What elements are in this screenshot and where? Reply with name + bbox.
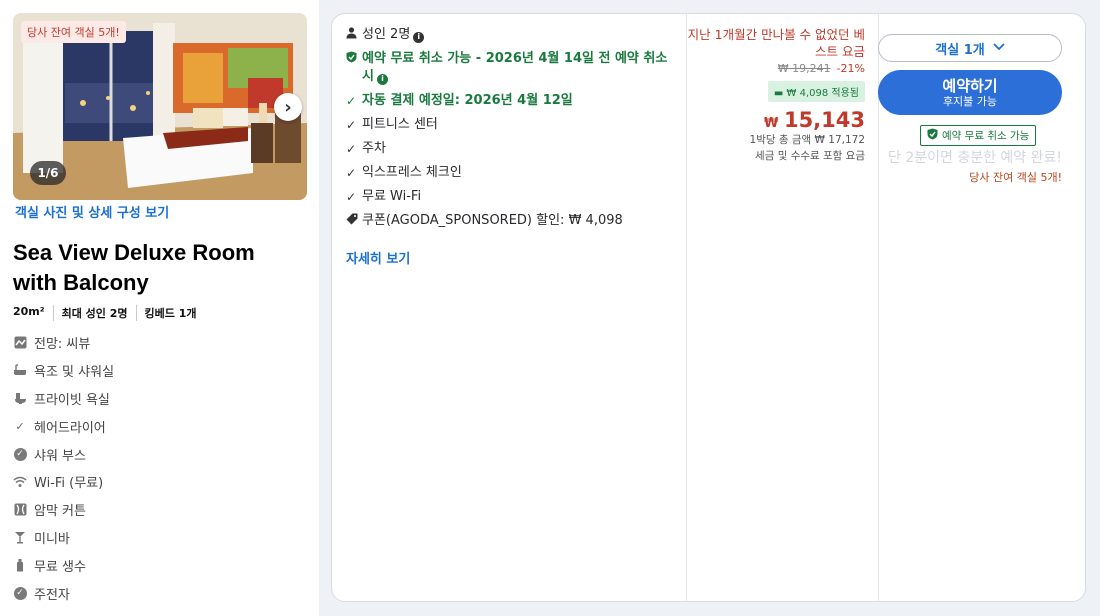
amenity-item: 전망: 씨뷰 <box>13 329 114 357</box>
amenity-label: 주전자 <box>34 587 70 603</box>
bathtub-icon <box>13 364 27 378</box>
room-size: 20m² <box>13 305 45 318</box>
coupon-text: 쿠폰(AGODA_SPONSORED) 할인: ₩ 4,098 <box>362 213 623 228</box>
original-price-row: ₩ 19,241 -21% <box>687 62 865 75</box>
photo-counter: 1/6 <box>30 161 66 185</box>
details-link[interactable]: 자세히 보기 <box>346 248 410 267</box>
toilet-icon <box>13 391 27 405</box>
guest-count: 성인 2명 i <box>346 26 676 44</box>
shield-check-icon <box>346 50 360 68</box>
amenity-list: 전망: 씨뷰 욕조 및 샤워실 프라이빗 욕실 ✓ 헤어드라이어 ✓ 샤워 부스 W… <box>13 329 114 607</box>
amenity-item: Wi-Fi (무료) <box>13 468 114 496</box>
bottle-icon <box>13 558 27 572</box>
coupon-applied-badge: ▬ ₩ 4,098 적용됨 <box>767 81 865 102</box>
original-price: ₩ 19,241 <box>777 62 831 75</box>
shield-check-icon <box>927 128 938 143</box>
info-icon[interactable]: i <box>376 73 388 85</box>
price-amount: 15,143 <box>783 108 865 132</box>
amenity-label: 미니바 <box>34 531 70 547</box>
amenity-label: 샤워 부스 <box>34 448 86 464</box>
person-icon <box>346 26 360 44</box>
auto-payment-text: 자동 결제 예정일: 2026년 4월 12일 <box>362 93 573 108</box>
check-icon: ✓ <box>346 118 357 132</box>
amenity-label: 전망: 씨뷰 <box>34 337 91 353</box>
room-photo[interactable]: 당사 잔여 객실 5개! › 1/6 <box>13 13 307 200</box>
free-cancel-benefit: 예약 무료 취소 가능 - 2026년 4월 14일 전 예약 취소 시i <box>346 50 676 86</box>
booking-speed-note: 단 2분이면 충분한 예약 완료! <box>888 150 1062 166</box>
next-photo-button[interactable]: › <box>274 93 302 121</box>
amenity-item: 무료 생수 <box>13 551 114 579</box>
ticket-icon: ▬ <box>773 88 787 99</box>
check-icon: ✓ <box>346 94 357 108</box>
amenity-label: 프라이빗 욕실 <box>34 392 110 408</box>
guest-label: 성인 2명 <box>362 27 411 42</box>
price-column: 지난 1개월간 만나볼 수 없었던 베스트 요금 ₩ 19,241 -21% ▬ … <box>687 26 865 164</box>
coupon-applied-text: ₩ 4,098 적용됨 <box>786 88 859 99</box>
amenity-item: 욕조 및 샤워실 <box>13 357 114 385</box>
room-count-value: 객실 1개 <box>935 42 985 58</box>
booking-column: 객실 1개 예약하기 후지불 가능 예약 무료 취소 가능 단 2분이면 충분한… <box>878 34 1078 185</box>
scarcity-tag: 당사 잔여 객실 5개! <box>21 21 126 43</box>
check-icon: ✓ <box>346 142 357 156</box>
view-icon <box>13 336 27 350</box>
amenity-label: 암막 커튼 <box>34 504 86 520</box>
wifi-icon <box>13 475 27 489</box>
room-title: Sea View Deluxe Room with Balcony <box>13 240 255 295</box>
discount-percent: -21% <box>836 62 865 75</box>
scarcity-note: 당사 잔여 객실 5개! <box>969 171 1062 184</box>
tag-icon <box>346 212 360 230</box>
amenity-label: 욕조 및 샤워실 <box>34 365 115 381</box>
free-cancel-badge: 예약 무료 취소 가능 <box>920 125 1037 146</box>
amenity-label: Wi-Fi (무료) <box>34 476 104 492</box>
coupon-discount: 쿠폰(AGODA_SPONSORED) 할인: ₩ 4,098 <box>346 212 676 230</box>
check-circle-icon: ✓ <box>13 447 27 461</box>
currency-symbol: ₩ <box>764 116 779 131</box>
amenity-item: ✓ 샤워 부스 <box>13 440 114 468</box>
book-button-sublabel: 후지불 가능 <box>942 94 998 108</box>
feature-label: 무료 Wi-Fi <box>362 189 422 204</box>
book-button-label: 예약하기 <box>942 76 998 95</box>
amenity-item: 미니바 <box>13 524 114 552</box>
room-specs: 20m² 최대 성인 2명 킹베드 1개 <box>13 305 204 321</box>
feature-label: 피트니스 센터 <box>362 117 438 132</box>
free-cancel-badge-text: 예약 무료 취소 가능 <box>942 130 1030 142</box>
room-occupancy: 최대 성인 2명 <box>52 305 136 321</box>
amenity-label: 무료 생수 <box>34 559 86 575</box>
offer-card: 성인 2명 i 예약 무료 취소 가능 - 2026년 4월 14일 전 예약 취… <box>331 13 1086 602</box>
best-price-note: 지난 1개월간 만나볼 수 없었던 베스트 요금 <box>687 27 865 59</box>
check-icon: ✓ <box>15 419 25 433</box>
amenity-item: ✓ 주전자 <box>13 579 114 607</box>
check-icon: ✓ <box>346 190 357 204</box>
cocktail-icon <box>13 530 27 544</box>
offer-benefits: 성인 2명 i 예약 무료 취소 가능 - 2026년 4월 14일 전 예약 취… <box>346 26 676 267</box>
amenity-item: 암막 커튼 <box>13 496 114 524</box>
feature-label: 주차 <box>362 141 386 156</box>
amenity-item: 프라이빗 욕실 <box>13 385 114 413</box>
curtain-icon <box>13 503 27 517</box>
photo-details-link[interactable]: 객실 사진 및 상세 구성 보기 <box>15 202 169 221</box>
final-price: ₩ 15,143 <box>687 108 865 132</box>
tax-note: 세금 및 수수료 포함 요금 <box>755 150 865 162</box>
chevron-down-icon <box>993 42 1005 54</box>
check-icon: ✓ <box>346 166 357 180</box>
room-info-panel: 당사 잔여 객실 5개! › 1/6 객실 사진 및 상세 구성 보기 Sea … <box>0 0 319 616</box>
free-cancel-text: 예약 무료 취소 가능 - 2026년 4월 14일 전 예약 취소 시 <box>362 51 668 84</box>
auto-payment-benefit: ✓ 자동 결제 예정일: 2026년 4월 12일 <box>346 92 676 110</box>
feature-item: ✓ 익스프레스 체크인 <box>346 164 676 182</box>
feature-item: ✓ 주차 <box>346 140 676 158</box>
info-icon[interactable]: i <box>413 31 425 43</box>
room-count-select[interactable]: 객실 1개 <box>878 34 1062 62</box>
feature-item: ✓ 무료 Wi-Fi <box>346 188 676 206</box>
check-circle-icon: ✓ <box>13 586 27 600</box>
chevron-right-icon: › <box>284 96 292 118</box>
feature-label: 익스프레스 체크인 <box>362 165 462 180</box>
amenity-label: 헤어드라이어 <box>34 420 106 436</box>
room-bed: 킹베드 1개 <box>135 305 205 321</box>
feature-item: ✓ 피트니스 센터 <box>346 116 676 134</box>
amenity-item: ✓ 헤어드라이어 <box>13 412 114 440</box>
total-price-note: 1박당 총 금액 ₩ 17,172 <box>749 134 865 146</box>
book-button[interactable]: 예약하기 후지불 가능 <box>878 70 1062 115</box>
